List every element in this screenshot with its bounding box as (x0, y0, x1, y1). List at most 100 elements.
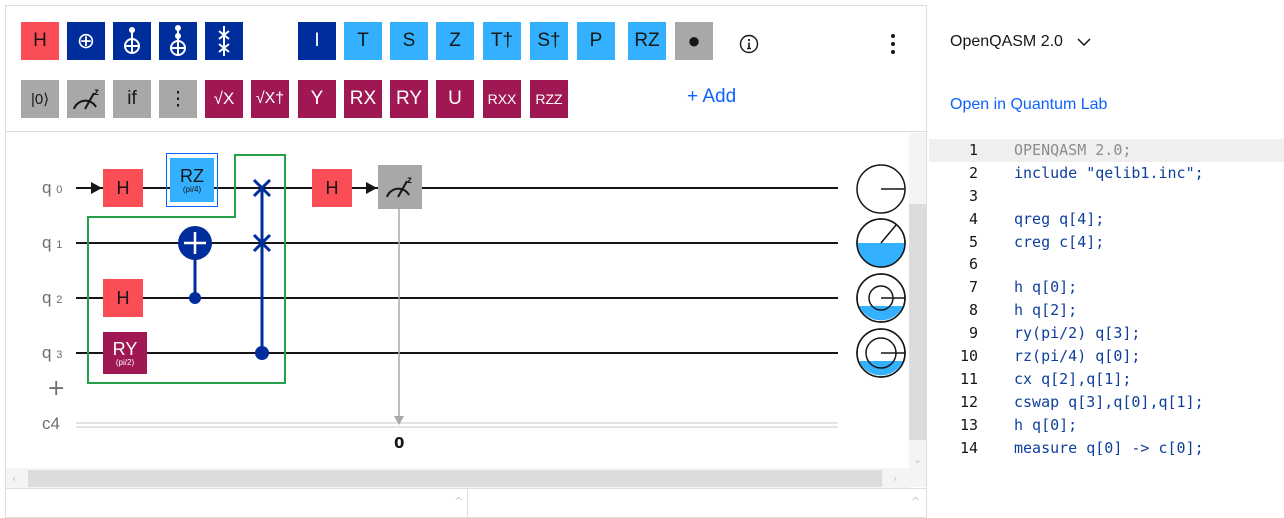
qubit-label-1[interactable]: q 1 (42, 233, 62, 253)
qubit-state-2[interactable] (856, 273, 906, 323)
code-line[interactable]: 1 OPENQASM 2.0; (929, 139, 1284, 162)
line-number: 9 (968, 324, 978, 343)
palette-gate-label: T (357, 30, 369, 51)
palette-gate-u[interactable]: U (436, 80, 474, 118)
qubit-state-1[interactable] (856, 218, 906, 268)
code-line[interactable]: 8 h q[2]; (929, 299, 1284, 322)
circuit-horizontal-scroll-thumb[interactable] (28, 470, 882, 487)
line-text: ry(pi/2) q[3]; (1014, 324, 1141, 343)
code-line[interactable]: 12 cswap q[3],q[0],q[1]; (929, 391, 1284, 414)
toffoli-icon (124, 27, 140, 54)
palette-gate-rzz[interactable]: RZZ (530, 80, 568, 118)
gate-label: RY (112, 338, 138, 359)
bottom-panel-strip: ^ ^ (6, 488, 926, 517)
palette-gate-y[interactable]: Y (298, 80, 336, 118)
palette-gate-cnot[interactable]: ⊕ (67, 22, 105, 60)
cx-control-dot (189, 292, 201, 304)
line-text: include "qelib1.inc"; (1014, 163, 1204, 182)
palette-gate-rxx[interactable]: RXX (483, 80, 521, 118)
scroll-left-icon[interactable]: ‹ (12, 472, 16, 485)
qubit-label-3[interactable]: q 3 (42, 343, 62, 363)
panel-expand-right-icon[interactable]: ^ (911, 495, 920, 508)
palette-gate-barrier[interactable]: ⋮ (159, 80, 197, 118)
line-number: 3 (968, 186, 978, 205)
measure-classical-bit: 0 (394, 434, 405, 452)
gate-label: H (325, 178, 339, 198)
palette-gate-rz[interactable]: RZ (628, 22, 666, 60)
scroll-right-icon[interactable]: › (893, 472, 897, 485)
code-line[interactable]: 13 h q[0]; (929, 414, 1284, 437)
palette-gate-barrier-dot[interactable]: ● (675, 22, 713, 60)
circuit-gate-h-q0-second[interactable]: H (312, 169, 352, 207)
scroll-down-icon[interactable]: ⌄ (913, 453, 922, 466)
panel-expand-icon[interactable]: ^ (454, 495, 463, 508)
palette-gate-identity[interactable]: I (298, 22, 336, 60)
palette-gate-z[interactable]: Z (436, 22, 474, 60)
palette-gate-h[interactable]: H (21, 22, 59, 60)
palette-gate-reset[interactable]: |0⟩ (21, 80, 59, 118)
palette-gate-t[interactable]: T (344, 22, 382, 60)
classical-register-label[interactable]: c4 (42, 414, 60, 434)
line-text: measure q[0] -> c[0]; (1014, 438, 1204, 457)
palette-gate-tdg[interactable]: T† (483, 22, 521, 60)
circuit-gate-ry-q3[interactable]: RY (pi/2) (103, 332, 147, 374)
circuit-gate-rz-q0-selected[interactable]: RZ (pi/4) (166, 153, 218, 207)
palette-gate-if[interactable]: if (113, 80, 151, 118)
line-number: 1 (968, 141, 978, 159)
add-gate-link[interactable]: + Add (687, 86, 736, 108)
svg-text:z: z (94, 87, 99, 98)
code-line[interactable]: 7 h q[0]; (929, 276, 1284, 299)
palette-gate-swap[interactable] (205, 22, 243, 60)
code-line[interactable]: 14 measure q[0] -> c[0]; (929, 437, 1284, 460)
circuit-gate-measure-q0[interactable]: z (378, 165, 422, 209)
circuit-gate-h-q2[interactable]: H (103, 279, 143, 317)
open-in-quantum-lab-link[interactable]: Open in Quantum Lab (950, 96, 1107, 114)
line-number: 8 (968, 301, 978, 320)
code-line[interactable]: 2 include "qelib1.inc"; (929, 162, 1284, 185)
palette-gate-label: RZZ (535, 91, 563, 107)
code-line[interactable]: 10 rz(pi/4) q[0]; (929, 345, 1284, 368)
palette-gate-rx[interactable]: RX (344, 80, 382, 118)
code-line[interactable]: 11 cx q[2],q[1]; (929, 368, 1284, 391)
line-number: 4 (968, 209, 978, 228)
code-line[interactable]: 9 ry(pi/2) q[3]; (929, 322, 1284, 345)
add-qubit-button[interactable]: + (47, 376, 65, 401)
palette-gate-sxdg[interactable]: √X† (251, 80, 289, 118)
circuit-gate-h-q0[interactable]: H (103, 169, 143, 207)
swap-icon (218, 26, 230, 56)
palette-gate-sdg[interactable]: S† (530, 22, 568, 60)
language-select[interactable]: OpenQASM 2.0 (950, 33, 1091, 51)
palette-gate-ccx[interactable] (159, 22, 197, 60)
palette-gate-label: RX (349, 88, 377, 109)
palette-gate-ry[interactable]: RY (390, 80, 428, 118)
palette-gate-label: RXX (487, 91, 517, 107)
qubit-state-3[interactable] (856, 328, 906, 378)
qubit-label-0[interactable]: q 0 (42, 178, 62, 198)
code-line[interactable]: 6 (929, 253, 1284, 276)
palette-gate-sx[interactable]: √X (205, 80, 243, 118)
code-editor[interactable]: 1 OPENQASM 2.0; 2 include "qelib1.inc"; 3 4 qr… (929, 139, 1284, 459)
qubit-index: 2 (56, 294, 63, 306)
measure-icon: z (386, 175, 412, 198)
info-icon[interactable] (737, 32, 761, 56)
palette-gate-p[interactable]: P (577, 22, 615, 60)
overflow-menu-icon[interactable] (886, 30, 900, 58)
line-number: 10 (959, 347, 978, 366)
rz-gate-body: RZ (pi/4) (170, 158, 214, 202)
circuit-composer-pane: H ⊕ I T S Z T† S† P RZ ● |0⟩ z if ⋮ √X √… (5, 5, 927, 518)
palette-gate-toffoli[interactable] (113, 22, 151, 60)
qubit-label-2[interactable]: q 2 (42, 288, 62, 308)
code-line[interactable]: 3 (929, 185, 1284, 208)
code-line[interactable]: 4 qreg q[4]; (929, 208, 1284, 231)
palette-gate-label: RZ (634, 30, 660, 51)
palette-gate-s[interactable]: S (390, 22, 428, 60)
palette-gate-measure[interactable]: z (67, 80, 105, 118)
circuit-vertical-scroll-thumb[interactable] (909, 204, 926, 440)
line-text: h q[2]; (1014, 301, 1078, 320)
palette-gate-label: if (127, 88, 137, 109)
code-line[interactable]: 5 creg c[4]; (929, 231, 1284, 254)
qubit-index: 3 (56, 349, 63, 361)
palette-gate-label: Y (310, 88, 324, 109)
qubit-state-0[interactable] (856, 164, 906, 214)
palette-gate-label: √X† (255, 90, 285, 107)
